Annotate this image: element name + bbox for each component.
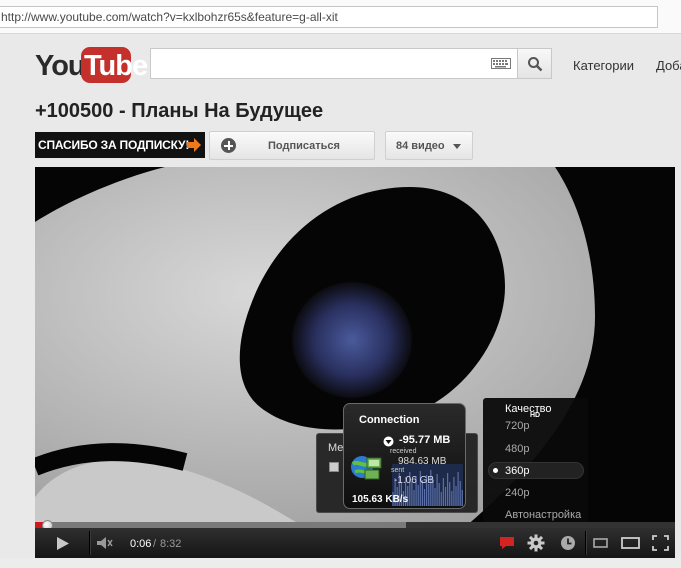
annotations-checkbox[interactable] [329, 462, 339, 472]
annotations-label: Ме [328, 442, 344, 454]
caret-down-icon [453, 144, 461, 149]
connection-widget[interactable]: Connection -95.77 MB received 984.63 MB … [343, 403, 466, 509]
fullscreen-icon [652, 535, 669, 551]
selected-item-highlight [488, 462, 584, 479]
quality-option-720p[interactable]: 720p [505, 420, 529, 432]
quality-option-360p[interactable]: 360p [505, 465, 529, 477]
clock-icon [561, 536, 575, 550]
fullscreen-button[interactable] [647, 528, 675, 558]
video-player[interactable]: Ме Connection -95.77 MB received 984.63 … [35, 167, 675, 558]
url-text: http://www.youtube.com/watch?v=kxlbohzr6… [1, 10, 338, 24]
time-current: 0:06 [130, 538, 152, 550]
nav-add-link[interactable]: Доба [656, 58, 681, 73]
play-icon [57, 537, 69, 550]
videos-count-label: 84 видео [396, 140, 445, 152]
page-bottom-strip [0, 558, 681, 568]
large-player-icon [621, 537, 640, 549]
search-button[interactable] [517, 48, 552, 79]
quality-option-480p[interactable]: 480p [505, 443, 529, 455]
selected-dot-icon [493, 468, 498, 473]
quality-menu-title: Качество [505, 403, 552, 415]
keyboard-icon[interactable] [491, 58, 511, 69]
nav-categories-link[interactable]: Категории [573, 58, 634, 73]
browser-url-bar: http://www.youtube.com/watch?v=kxlbohzr6… [0, 0, 681, 34]
subscribe-button[interactable]: Подписаться [209, 131, 375, 160]
network-icon [351, 456, 382, 480]
settings-button[interactable] [523, 528, 551, 558]
subscribe-label: Подписаться [268, 140, 340, 152]
small-player-icon [593, 538, 608, 548]
search-input[interactable] [150, 48, 518, 79]
quality-option-240p[interactable]: 240p [505, 487, 529, 499]
hd-badge: HD [530, 412, 541, 419]
search-icon [528, 57, 543, 72]
play-button[interactable] [35, 528, 89, 558]
volume-icon [97, 537, 113, 549]
video-title: +100500 - Планы На Будущее [35, 100, 324, 122]
received-value: 984.63 MB [398, 456, 447, 467]
plus-icon [221, 138, 236, 153]
received-label: received [390, 448, 417, 455]
gear-icon [527, 534, 545, 552]
arrow-right-icon [187, 138, 201, 152]
sent-label: sent [391, 467, 405, 474]
large-player-button[interactable] [616, 528, 646, 558]
channel-banner-text: СПАСИБО ЗА ПОДПИСКУ! [38, 138, 190, 152]
speed-value: 105.63 KB/s [352, 494, 409, 505]
logo-you-text: You [35, 50, 86, 82]
controls-divider [585, 531, 586, 555]
volume-button[interactable] [90, 528, 122, 558]
connection-title: Connection [359, 414, 420, 426]
channel-banner[interactable]: СПАСИБО ЗА ПОДПИСКУ! [35, 132, 205, 158]
time-separator: / [153, 538, 157, 550]
captions-button[interactable] [495, 528, 519, 558]
download-arrow-icon [383, 436, 394, 447]
channel-videos-button[interactable]: 84 видео [385, 131, 473, 160]
download-value: -95.77 MB [399, 434, 451, 446]
sent-value: -1.06 GB [394, 475, 435, 486]
youtube-logo[interactable]: You Tube [35, 45, 148, 85]
quality-menu[interactable]: Качество 720p HD 480p 360p 240p Автонаст… [483, 398, 588, 528]
quality-option-auto[interactable]: Автонастройка [505, 509, 581, 521]
time-total: 8:32 [160, 538, 182, 550]
captions-icon [500, 537, 514, 549]
player-controls: 0:06 / 8:32 [35, 528, 675, 558]
watch-later-button[interactable] [555, 528, 583, 558]
small-player-button[interactable] [587, 528, 615, 558]
address-field[interactable]: http://www.youtube.com/watch?v=kxlbohzr6… [0, 6, 658, 28]
page: http://www.youtube.com/watch?v=kxlbohzr6… [0, 0, 681, 568]
logo-tube-text: Tube [84, 50, 148, 82]
